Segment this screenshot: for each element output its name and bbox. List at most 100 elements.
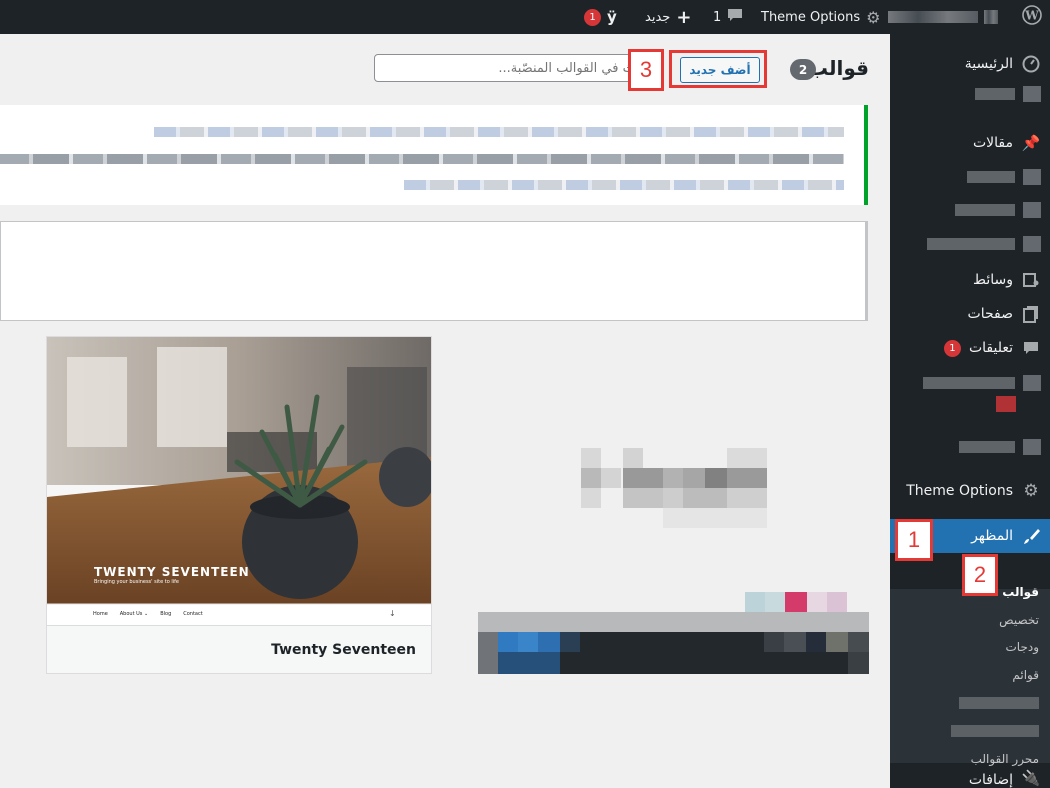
blurred-label bbox=[959, 441, 1015, 453]
menu-item-blurred-2[interactable] bbox=[890, 164, 1050, 190]
new-content-menu[interactable]: جديد + bbox=[645, 0, 691, 34]
theme-count-badge: 2 bbox=[790, 59, 816, 80]
blurred-icon bbox=[1023, 169, 1041, 185]
notice-link-blurred[interactable] bbox=[404, 180, 844, 190]
theme-screenshot-pixelated bbox=[478, 448, 869, 674]
screenshot-arrow-down-icon: ↓ bbox=[389, 609, 396, 618]
menu-label: إضافات bbox=[968, 772, 1013, 788]
plus-icon: + bbox=[676, 6, 692, 28]
theme-card-twenty-seventeen[interactable]: TWENTY SEVENTEEN Bringing your business'… bbox=[46, 336, 432, 674]
content-panel bbox=[0, 221, 868, 321]
menu-label: Theme Options bbox=[906, 483, 1013, 499]
menu-label: تعليقات bbox=[968, 340, 1013, 356]
blurred-icon bbox=[1023, 375, 1041, 391]
theme-screenshot: TWENTY SEVENTEEN Bringing your business'… bbox=[47, 337, 431, 625]
menu-item-blurred-1[interactable] bbox=[890, 81, 1050, 107]
blurred-label bbox=[975, 88, 1015, 100]
menu-label: مقالات bbox=[972, 135, 1013, 151]
blurred-label bbox=[967, 171, 1015, 183]
blurred-icon bbox=[1023, 439, 1041, 455]
site-name-menu[interactable] bbox=[888, 0, 998, 34]
wordpress-logo-menu[interactable]: W bbox=[1022, 0, 1042, 34]
menu-item-posts[interactable]: مقالات 📌 bbox=[890, 126, 1050, 160]
svg-text:W: W bbox=[1024, 9, 1039, 23]
menu-item-blurred-4[interactable] bbox=[890, 231, 1050, 257]
theme-options-menu[interactable]: Theme Options ⚙ bbox=[761, 0, 880, 34]
comments-icon bbox=[1021, 338, 1041, 358]
submenu-label: ودجات bbox=[1005, 640, 1039, 654]
menu-item-theme-options[interactable]: Theme Options ⚙ bbox=[890, 474, 1050, 508]
screenshot-site-title: TWENTY SEVENTEEN bbox=[94, 565, 250, 579]
blurred-badge bbox=[996, 396, 1016, 412]
theme-card-active[interactable] bbox=[478, 336, 869, 674]
pages-icon bbox=[1021, 304, 1041, 324]
menu-item-blurred-3[interactable] bbox=[890, 197, 1050, 223]
blurred-label bbox=[959, 697, 1039, 709]
page-title: قوالب bbox=[807, 56, 869, 80]
annotation-highlight-add-new bbox=[669, 50, 767, 88]
blurred-label bbox=[927, 238, 1015, 250]
theme-name-bar: Twenty Seventeen bbox=[47, 625, 431, 673]
screenshot-nav-item: Blog bbox=[160, 611, 172, 617]
media-icon bbox=[1021, 270, 1041, 290]
notice-text-blurred bbox=[0, 154, 844, 164]
screenshot-nav: Home About Us ⌄ Blog Contact bbox=[93, 611, 203, 617]
submenu-label: تخصيص bbox=[999, 613, 1039, 627]
gear-icon: ⚙ bbox=[866, 7, 881, 27]
notice-text-blurred bbox=[154, 127, 844, 137]
blurred-icon bbox=[1023, 202, 1041, 218]
menu-label: صفحات bbox=[967, 306, 1013, 322]
menu-item-comments[interactable]: 1 تعليقات bbox=[890, 331, 1050, 365]
menu-label: الرئيسية bbox=[964, 56, 1013, 72]
submenu-customize[interactable]: تخصيص bbox=[890, 606, 1050, 634]
menu-item-pages[interactable]: صفحات bbox=[890, 297, 1050, 331]
submenu-blurred-2[interactable] bbox=[890, 717, 1050, 745]
theme-options-label: Theme Options bbox=[761, 9, 861, 25]
dashboard-icon bbox=[1021, 54, 1041, 74]
menu-item-dashboard[interactable]: الرئيسية bbox=[890, 47, 1050, 81]
submenu-widgets[interactable]: ودجات bbox=[890, 633, 1050, 661]
submenu-label: قوائم bbox=[1012, 668, 1039, 682]
brush-icon bbox=[1021, 526, 1041, 546]
annotation-marker-1: 1 bbox=[895, 519, 933, 561]
comments-badge: 1 bbox=[943, 339, 961, 357]
menu-label: المظهر bbox=[971, 528, 1013, 544]
menu-item-blurred-6[interactable] bbox=[890, 434, 1050, 460]
wordpress-logo-icon: W bbox=[1022, 5, 1042, 29]
pin-icon: 📌 bbox=[1021, 134, 1041, 152]
yoast-menu[interactable]: 1 ÿ bbox=[584, 0, 617, 34]
screenshot-nav-item: Contact bbox=[183, 611, 203, 617]
submenu-blurred-1[interactable] bbox=[890, 689, 1050, 717]
menu-item-media[interactable]: وسائط bbox=[890, 263, 1050, 297]
screenshot-nav-item: About Us ⌄ bbox=[119, 611, 149, 617]
blurred-icon bbox=[1023, 86, 1041, 102]
plugin-icon: 🔌 bbox=[1021, 769, 1041, 787]
site-name-blurred bbox=[888, 11, 978, 23]
menu-item-plugins[interactable]: إضافات 🔌 bbox=[890, 769, 1050, 788]
screenshot-nav-item: Home bbox=[93, 611, 108, 617]
yoast-badge: 1 bbox=[584, 8, 601, 26]
comment-bubble-icon bbox=[727, 8, 743, 26]
menu-label: وسائط bbox=[973, 272, 1013, 288]
admin-bar: 1 ÿ جديد + 1 Theme Options ⚙ W bbox=[0, 0, 1050, 34]
submenu-menus[interactable]: قوائم bbox=[890, 661, 1050, 689]
update-notice bbox=[0, 105, 868, 205]
theme-search-input[interactable] bbox=[374, 54, 662, 82]
gear-icon: ⚙ bbox=[1023, 481, 1039, 501]
blurred-label bbox=[923, 377, 1015, 389]
menu-item-blurred-5[interactable] bbox=[890, 370, 1050, 396]
yoast-icon: ÿ bbox=[607, 8, 617, 26]
blurred-icon bbox=[1023, 236, 1041, 252]
annotation-marker-2: 2 bbox=[962, 554, 998, 596]
comments-menu[interactable]: 1 bbox=[713, 0, 743, 34]
new-label: جديد bbox=[645, 9, 671, 25]
current-menu-arrow bbox=[882, 529, 890, 545]
annotation-marker-3: 3 bbox=[628, 49, 664, 91]
theme-name: Twenty Seventeen bbox=[271, 641, 416, 658]
appearance-submenu: قوالب تخصيص ودجات قوائم محرر القوالب bbox=[890, 585, 1050, 766]
screenshot-tagline: Bringing your business' site to life bbox=[94, 579, 179, 585]
home-icon bbox=[984, 10, 998, 24]
blurred-label bbox=[955, 204, 1015, 216]
submenu-label: قوالب bbox=[1002, 585, 1039, 599]
admin-sidebar: الرئيسية مقالات 📌 وسائط صفحات 1 تعليقات … bbox=[890, 34, 1050, 788]
